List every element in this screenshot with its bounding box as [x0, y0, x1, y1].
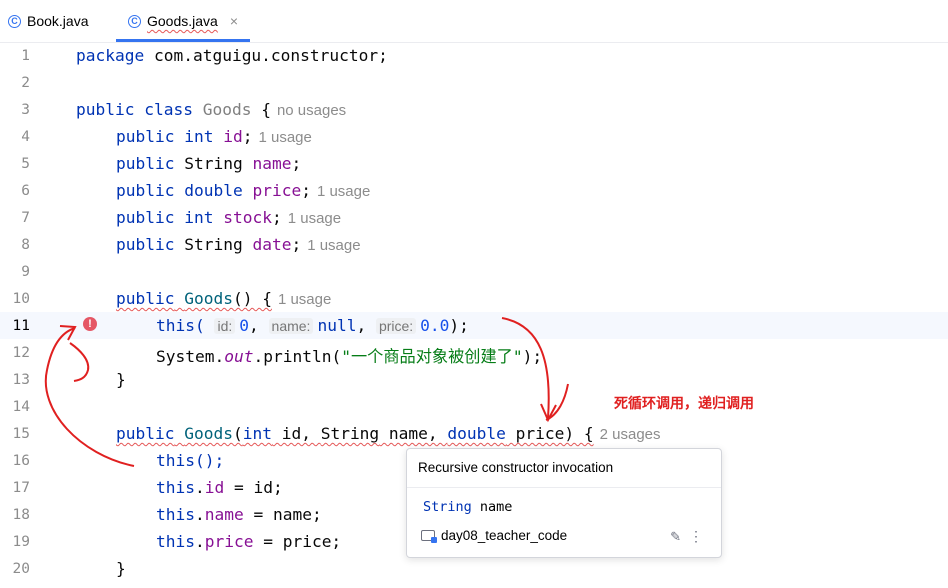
tab-book-java[interactable]: C Book.java — [8, 0, 88, 42]
usage-hint[interactable]: 1 usage — [278, 291, 331, 308]
tab-label: Book.java — [27, 13, 89, 29]
line-number: 1 — [21, 48, 30, 64]
usage-hint[interactable]: 1 usage — [258, 129, 311, 146]
popup-module[interactable]: day08_teacher_code — [421, 528, 567, 543]
usage-hint[interactable]: no usages — [277, 102, 346, 119]
arrow-head-right — [540, 403, 557, 423]
code-line: this.id = id; — [156, 478, 283, 497]
more-vertical-icon[interactable]: ⋮ — [689, 528, 703, 545]
code-line: this.name = name; — [156, 505, 322, 524]
line-number: 15 — [12, 426, 30, 442]
editor-tab-bar: C Book.java C Goods.java × — [0, 0, 948, 43]
annotation-text: 死循环调用，递归调用 — [614, 395, 754, 411]
code-line: } — [116, 370, 126, 389]
module-folder-icon — [421, 530, 437, 543]
tab-goods-java[interactable]: C Goods.java × — [116, 0, 251, 42]
tab-label: Goods.java — [147, 13, 218, 29]
pencil-icon[interactable]: ✎ — [670, 529, 681, 545]
line-number: 12 — [12, 345, 30, 361]
line-number: 11 — [12, 318, 30, 334]
line-number: 17 — [12, 480, 30, 496]
class-icon: C — [8, 14, 21, 28]
line-number: 6 — [21, 183, 30, 199]
arrow-stroke-upper — [69, 342, 90, 382]
usage-hint[interactable]: 1 usage — [307, 237, 360, 254]
divider — [407, 487, 721, 488]
popup-signature[interactable]: String name — [423, 499, 512, 515]
line-number: 20 — [12, 561, 30, 577]
error-tooltip-popup: Recursive constructor invocation String … — [406, 448, 722, 558]
code-line: public class Goods {no usages — [76, 100, 347, 119]
line-number: 8 — [21, 237, 30, 253]
code-line: public String name; — [116, 154, 302, 173]
popup-title: Recursive constructor invocation — [418, 460, 614, 475]
code-line: public Goods() {1 usage — [116, 289, 332, 308]
code-line: public Goods(int id, String name, double… — [116, 424, 661, 443]
line-number: 14 — [12, 399, 30, 415]
error-icon[interactable]: ! — [83, 317, 97, 331]
line-number: 3 — [21, 102, 30, 118]
line-number: 7 — [21, 210, 30, 226]
code-line: package com.atguigu.constructor; — [76, 46, 388, 65]
line-number: 9 — [21, 264, 30, 280]
line-number: 19 — [12, 534, 30, 550]
line-number: 13 — [12, 372, 30, 388]
class-icon: C — [128, 14, 141, 28]
code-line: this( id: 0, name: null, price: 0.0); — [156, 316, 469, 335]
usage-hint[interactable]: 1 usage — [317, 183, 370, 200]
current-line-highlight — [0, 312, 948, 339]
code-line: } — [116, 559, 126, 578]
arrow-stroke-mid — [545, 383, 569, 421]
usage-hint[interactable]: 1 usage — [288, 210, 341, 227]
code-line: this(); — [156, 451, 225, 470]
code-line: System.out.println("一个商品对象被创建了"); — [156, 347, 543, 366]
close-icon[interactable]: × — [230, 13, 238, 29]
line-number: 2 — [21, 75, 30, 91]
code-line: this.price = price; — [156, 532, 342, 551]
module-name: day08_teacher_code — [441, 528, 568, 543]
code-line: public int id; 1 usage — [116, 127, 312, 146]
usage-hint[interactable]: 2 usages — [600, 426, 661, 443]
line-number: 18 — [12, 507, 30, 523]
code-line: public double price; 1 usage — [116, 181, 371, 200]
line-number: 16 — [12, 453, 30, 469]
line-number: 5 — [21, 156, 30, 172]
line-number: 4 — [21, 129, 30, 145]
code-line: public int stock; 1 usage — [116, 208, 342, 227]
line-number: 10 — [12, 291, 30, 307]
arrow-stroke-left — [44, 327, 135, 467]
code-line: public String date; 1 usage — [116, 235, 361, 254]
